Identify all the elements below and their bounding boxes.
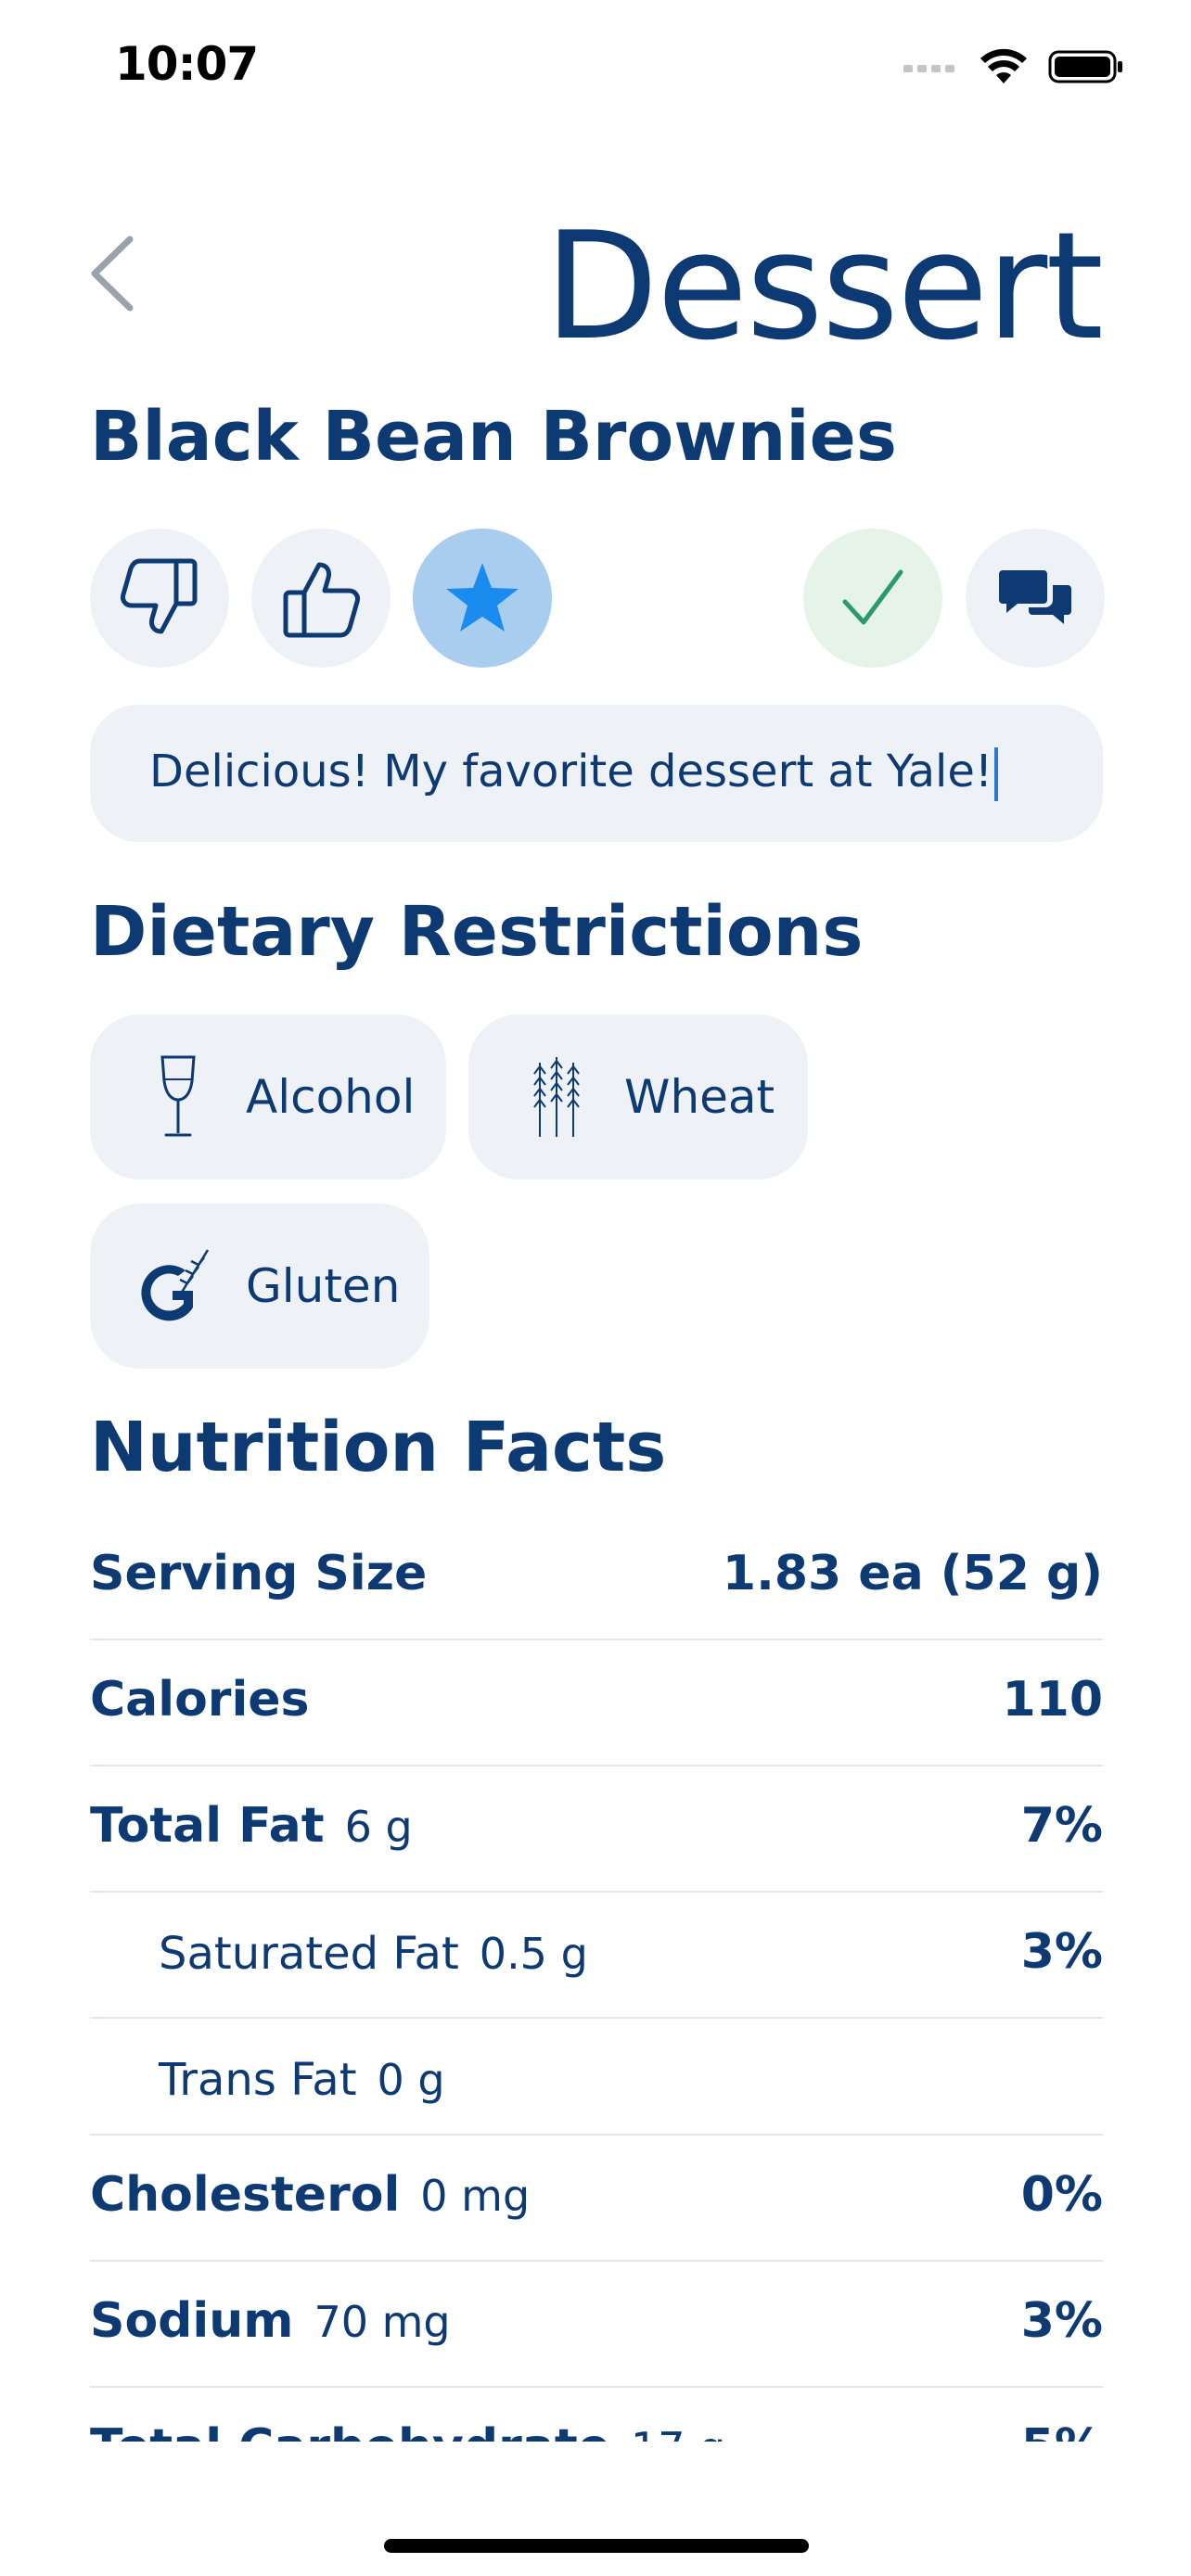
nutrition-row-total-carbohydrate: Total Carbohydrate 17 g 5%	[90, 2388, 1103, 2442]
gluten-icon	[136, 1240, 220, 1333]
nutrition-row-sodium: Sodium 70 mg 3%	[90, 2262, 1103, 2388]
nutrient-label: Total Carbohydrate	[90, 2419, 610, 2442]
comment-input[interactable]: Delicious! My favorite dessert at Yale!	[90, 705, 1103, 842]
nutrition-row-cholesterol: Cholesterol 0 mg 0%	[90, 2136, 1103, 2262]
nutrition-heading: Nutrition Facts	[90, 1408, 667, 1487]
nutrient-amount: 17 g	[631, 2423, 725, 2442]
nutrient-amount: 0.5 g	[479, 1929, 588, 1979]
chat-bubbles-icon	[999, 570, 1071, 624]
dietary-chip-wheat[interactable]: Wheat	[468, 1014, 808, 1180]
nutrition-row-serving-size: Serving Size 1.83 ea (52 g)	[90, 1514, 1103, 1640]
nutrient-label: Serving Size	[90, 1546, 428, 1601]
dietary-heading: Dietary Restrictions	[90, 892, 864, 972]
wifi-icon	[980, 48, 1027, 83]
nutrient-value: 3%	[1020, 1924, 1103, 1980]
nutrient-amount: 6 g	[344, 1802, 413, 1852]
home-indicator[interactable]	[384, 2539, 809, 2553]
chip-label: Wheat	[624, 1070, 775, 1124]
cellular-signal-icon	[903, 65, 954, 72]
dietary-chip-gluten[interactable]: Gluten	[90, 1204, 429, 1369]
nutrient-amount: 0 g	[377, 2055, 445, 2105]
chip-label: Alcohol	[246, 1070, 416, 1124]
nutrient-amount: 0 mg	[420, 2171, 531, 2221]
nutrient-value: 5%	[1021, 2419, 1103, 2442]
nutrient-label: Cholesterol	[90, 2167, 401, 2223]
comments-button[interactable]	[966, 529, 1105, 668]
nutrient-label: Saturated Fat	[159, 1928, 459, 1980]
nutrition-row-trans-fat: Trans Fat 0 g	[90, 2019, 1103, 2136]
nutrient-value: 1.83 ea (52 g)	[722, 1546, 1103, 1601]
thumbs-up-icon	[283, 562, 360, 638]
checkmark-icon	[842, 569, 903, 625]
favorite-button[interactable]	[413, 529, 552, 668]
thumbs-up-button[interactable]	[251, 529, 391, 668]
nutrient-value: 0%	[1020, 2167, 1103, 2223]
chip-label: Gluten	[246, 1259, 401, 1313]
status-time: 10:07	[115, 37, 259, 91]
back-button[interactable]	[83, 232, 148, 315]
text-cursor	[994, 747, 999, 801]
nutrient-value: 3%	[1020, 2293, 1103, 2349]
nutrition-row-calories: Calories 110	[90, 1640, 1103, 1766]
nutrition-table: Serving Size 1.83 ea (52 g) Calories 110…	[90, 1514, 1103, 2442]
nutrient-amount: 70 mg	[314, 2297, 451, 2347]
nutrient-label: Trans Fat	[159, 2054, 357, 2106]
checkmark-button[interactable]	[803, 529, 942, 668]
status-icons	[903, 48, 1124, 85]
item-title: Black Bean Brownies	[90, 397, 897, 477]
nutrient-value: 7%	[1020, 1798, 1103, 1854]
nutrient-label: Calories	[90, 1672, 310, 1728]
nutrient-label: Sodium	[90, 2293, 294, 2349]
star-icon	[446, 563, 519, 631]
nutrition-row-saturated-fat: Saturated Fat 0.5 g 3%	[90, 1893, 1103, 2019]
nutrient-label: Total Fat	[90, 1798, 325, 1854]
comment-text: Delicious! My favorite dessert at Yale!	[149, 746, 993, 797]
page-title: Dessert	[544, 199, 1104, 373]
battery-icon	[1048, 50, 1122, 83]
wine-glass-icon	[136, 1051, 220, 1143]
nutrient-value: 110	[1002, 1672, 1103, 1728]
thumbs-down-button[interactable]	[90, 529, 229, 668]
chevron-left-icon	[91, 236, 134, 312]
dietary-chip-alcohol[interactable]: Alcohol	[90, 1014, 446, 1180]
status-bar: 10:07	[0, 0, 1191, 139]
wheat-icon	[515, 1051, 598, 1143]
thumbs-down-icon	[121, 558, 198, 634]
nutrition-row-total-fat: Total Fat 6 g 7%	[90, 1766, 1103, 1893]
